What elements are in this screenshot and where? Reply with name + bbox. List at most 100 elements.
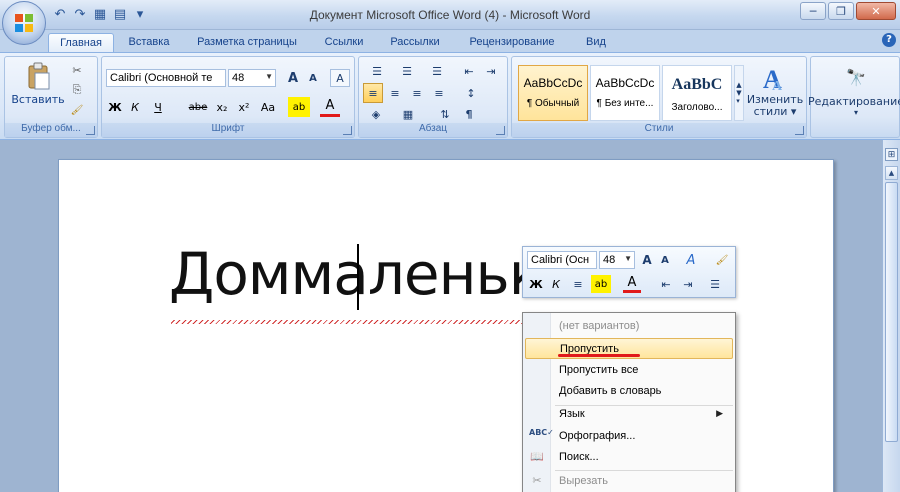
mini-center-button[interactable]: ≡ [569, 275, 587, 293]
document-area: Доммаленьки [0, 140, 882, 492]
mini-font-name-field[interactable]: Calibri (Осн [527, 251, 597, 269]
tab-home[interactable]: Главная [48, 33, 114, 52]
tab-page-layout[interactable]: Разметка страницы [186, 33, 308, 52]
group-paragraph: ☰ ☰ ☰ ⇤ ⇥ ≡ ≡ ≡ ≡ ↕ ◈ ▦ ⇅ ¶ Абзац [358, 56, 508, 138]
style-name: ¶ Обычный [526, 98, 580, 109]
minimize-button[interactable]: ─ [800, 2, 826, 20]
binoculars-icon: 🔭 [846, 67, 866, 87]
paragraph-launcher-icon[interactable] [496, 126, 505, 135]
paste-button[interactable]: Вставить [9, 59, 67, 107]
title-bar: ↶ ↷ ▦ ▤ ▾ Документ Microsoft Office Word… [0, 0, 900, 30]
subscript-button[interactable]: x₂ [212, 97, 232, 117]
styles-scroll-icon[interactable]: ▲ ▼ ▾ [734, 65, 744, 121]
tab-view[interactable]: Вид [576, 33, 616, 52]
decrease-indent-button[interactable]: ⇤ [459, 61, 479, 81]
clipboard-launcher-icon[interactable] [86, 126, 95, 135]
menu-item-spelling[interactable]: Орфография... [525, 426, 733, 447]
mini-font-size-value: 48 [603, 254, 616, 266]
bold-button[interactable]: Ж [106, 97, 124, 117]
font-size-dropdown-icon: ▼ [265, 72, 273, 81]
highlight-button[interactable]: ab [288, 97, 310, 117]
bullets-button[interactable]: ☰ [363, 61, 391, 81]
tab-review[interactable]: Рецензирование [458, 33, 566, 52]
style-normal[interactable]: AaBbCcDc ¶ Обычный [518, 65, 588, 121]
copy-icon[interactable]: ⎘ [67, 81, 87, 99]
change-styles-button[interactable]: A A Изменить стили ▾ [747, 59, 803, 123]
align-left-button[interactable]: ≡ [363, 83, 383, 103]
group-editing: 🔭 Редактирование ▾ [808, 56, 900, 138]
text-cursor [357, 244, 359, 310]
mini-italic-button[interactable]: К [547, 275, 565, 293]
cut-icon[interactable]: ✂ [67, 61, 87, 79]
scroll-up-icon[interactable]: ▲ [885, 166, 898, 180]
style-name: ¶ Без инте... [596, 98, 654, 109]
underline-button[interactable]: Ч [148, 97, 168, 117]
menu-item-search[interactable]: Поиск... [525, 447, 733, 468]
mini-shrink-font-button[interactable]: A [657, 251, 673, 269]
strikethrough-button[interactable]: abe [186, 97, 210, 117]
vertical-scrollbar[interactable]: ⊞ ▲ [882, 140, 900, 492]
font-size-field[interactable]: 48 ▼ [228, 69, 276, 87]
scroll-thumb[interactable] [885, 182, 898, 442]
numbering-button[interactable]: ☰ [393, 61, 421, 81]
close-button[interactable]: ✕ [856, 2, 896, 20]
superscript-button[interactable]: x² [234, 97, 254, 117]
center-button[interactable]: ≡ [385, 83, 405, 103]
justify-button[interactable]: ≡ [429, 83, 449, 103]
italic-button[interactable]: К [126, 97, 144, 117]
menu-item-cut: Вырезать [559, 475, 608, 487]
borders-button[interactable]: ▦ [395, 105, 421, 123]
grow-font-button[interactable]: A [284, 69, 302, 87]
mini-styles-button[interactable]: A [679, 251, 703, 269]
font-name-field[interactable]: Calibri (Основной те [106, 69, 226, 87]
submenu-arrow-icon: ▶ [716, 408, 723, 418]
group-label-clipboard: Буфер обм... [5, 123, 97, 137]
group-label-font: Шрифт [102, 123, 354, 137]
font-color-button[interactable]: A [320, 97, 340, 117]
show-marks-button[interactable]: ¶ [459, 105, 479, 123]
tab-references[interactable]: Ссылки [316, 33, 372, 52]
editing-button[interactable]: 🔭 Редактирование ▾ [808, 61, 900, 123]
line-spacing-button[interactable]: ↕ [459, 83, 483, 103]
align-right-button[interactable]: ≡ [407, 83, 427, 103]
mini-font-size-field[interactable]: 48 ▼ [599, 251, 635, 269]
style-sample: AaBbCcDc [523, 76, 583, 90]
menu-item-add-to-dictionary[interactable]: Добавить в словарь [525, 381, 733, 402]
tab-mailings[interactable]: Рассылки [382, 33, 448, 52]
styles-launcher-icon[interactable] [795, 126, 804, 135]
font-size-value: 48 [232, 72, 245, 84]
mini-bullets-button[interactable]: ☰ [701, 275, 729, 293]
style-no-spacing[interactable]: AaBbCcDc ¶ Без инте... [590, 65, 660, 121]
paste-icon [28, 62, 50, 89]
multilevel-list-button[interactable]: ☰ [423, 61, 451, 81]
mini-font-color-button[interactable]: A [623, 275, 641, 293]
change-case-button[interactable]: Aa [256, 97, 280, 117]
mini-bold-button[interactable]: Ж [527, 275, 545, 293]
help-icon[interactable]: ? [882, 33, 896, 47]
shrink-font-button[interactable]: A [304, 69, 322, 87]
group-font: Calibri (Основной те 48 ▼ A A A Ж К Ч abe… [101, 56, 355, 138]
menu-item-language[interactable]: Язык ▶ [525, 404, 733, 425]
ribbon: Вставить ✂ ⎘ 🖌 Буфер обм... Calibri (Осн… [0, 52, 900, 140]
mini-grow-font-button[interactable]: A [639, 251, 655, 269]
office-button[interactable] [2, 1, 46, 45]
view-ruler-icon[interactable]: ⊞ [885, 148, 898, 161]
tab-insert[interactable]: Вставка [118, 33, 180, 52]
mini-decrease-indent-button[interactable]: ⇤ [657, 275, 675, 293]
shading-button[interactable]: ◈ [363, 105, 389, 123]
mini-increase-indent-button[interactable]: ⇥ [679, 275, 697, 293]
restore-button[interactable]: ❐ [828, 2, 854, 20]
mini-highlight-button[interactable]: ab [591, 275, 611, 293]
mini-format-painter-icon[interactable]: 🖌 [713, 251, 731, 269]
style-sample: AaBbC [671, 76, 723, 93]
menu-item-ignore-all[interactable]: Пропустить все [525, 360, 733, 381]
font-launcher-icon[interactable] [343, 126, 352, 135]
clear-formatting-button[interactable]: A [330, 69, 350, 87]
document-text[interactable]: Доммаленьки [169, 240, 580, 308]
format-painter-icon[interactable]: 🖌 [67, 101, 87, 119]
mini-font-name-value: Calibri (Осн [531, 254, 590, 266]
sort-button[interactable]: ⇅ [435, 105, 455, 123]
increase-indent-button[interactable]: ⇥ [481, 61, 501, 81]
style-heading[interactable]: AaBbC Заголово... [662, 65, 732, 121]
menu-item-no-suggestions: (нет вариантов) [559, 320, 640, 332]
